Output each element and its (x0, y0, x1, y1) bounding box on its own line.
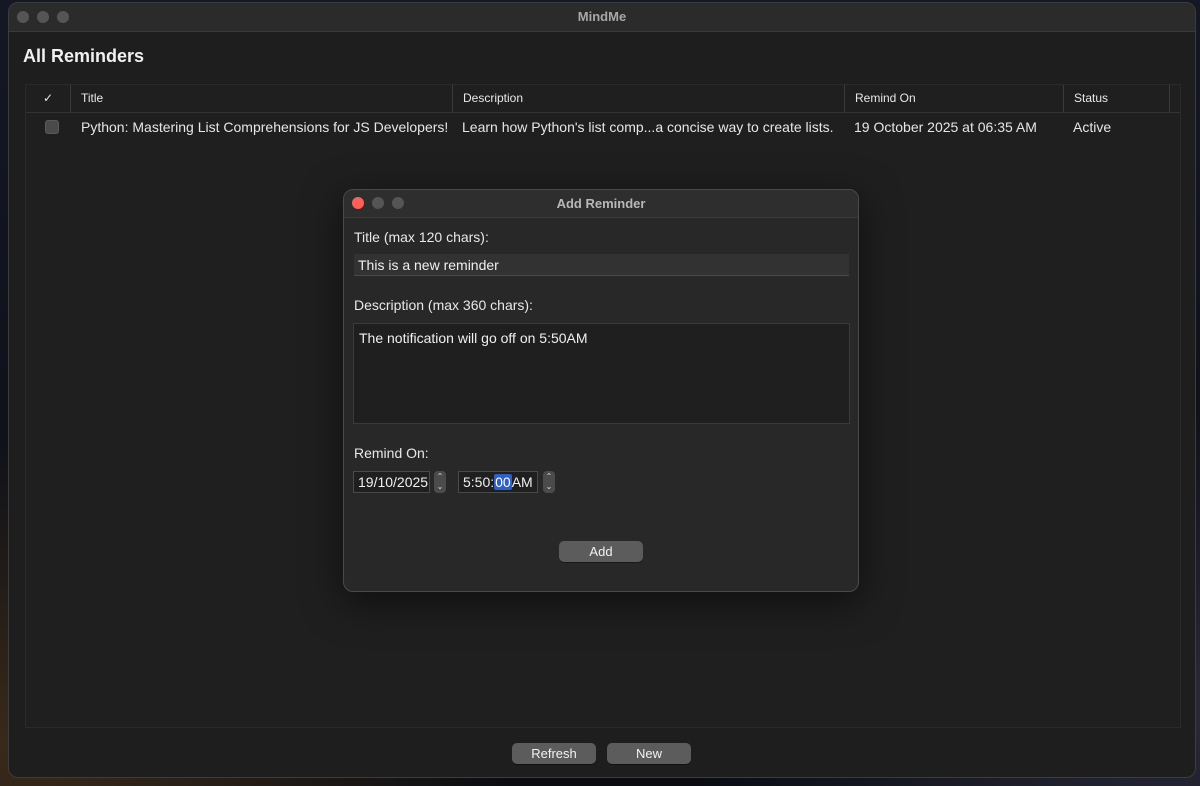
zoom-dialog-button[interactable] (392, 197, 404, 209)
row-checkbox[interactable] (45, 120, 59, 134)
add-button[interactable]: Add (559, 541, 643, 562)
dialog-window-controls (352, 197, 404, 209)
row-description: Learn how Python's list comp...a concise… (462, 119, 834, 135)
row-title: Python: Mastering List Comprehensions fo… (81, 119, 449, 135)
zoom-window-button[interactable] (57, 11, 69, 23)
page-title: All Reminders (23, 46, 145, 66)
dialog-titlebar: Add Reminder (344, 190, 858, 218)
header-remind-on-column[interactable]: Remind On (844, 85, 1063, 112)
header-description-column[interactable]: Description (452, 85, 844, 112)
dialog-title: Add Reminder (556, 196, 646, 211)
time-stepper[interactable]: ⌃ ⌄ (543, 471, 555, 493)
window-controls (17, 11, 69, 23)
chevron-up-icon[interactable]: ⌃ (434, 472, 446, 482)
new-button[interactable]: New (607, 743, 691, 764)
minimize-dialog-button[interactable] (372, 197, 384, 209)
time-hour-minute[interactable]: 5:50: (463, 474, 494, 490)
chevron-down-icon[interactable]: ⌄ (434, 482, 446, 492)
header-status-column[interactable]: Status (1063, 85, 1170, 112)
date-field[interactable]: 19/10/2025 (353, 471, 430, 493)
close-window-button[interactable] (17, 11, 29, 23)
description-textarea[interactable]: The notification will go off on 5:50AM (353, 323, 850, 424)
close-dialog-button[interactable] (352, 197, 364, 209)
chevron-down-icon[interactable]: ⌄ (543, 482, 555, 492)
window-title: MindMe (577, 9, 627, 24)
refresh-button[interactable]: Refresh (512, 743, 596, 764)
table-row[interactable]: Python: Mastering List Comprehensions fo… (26, 113, 1180, 141)
footer-buttons: Refresh New (512, 743, 691, 764)
row-remind-on: 19 October 2025 at 06:35 AM (854, 119, 1037, 135)
minimize-window-button[interactable] (37, 11, 49, 23)
chevron-up-icon[interactable]: ⌃ (543, 472, 555, 482)
header-check-column[interactable]: ✓ (26, 85, 70, 112)
time-seconds-segment[interactable]: 00 (494, 474, 512, 490)
add-reminder-dialog: Add Reminder Title (max 120 chars): This… (343, 189, 859, 592)
row-status: Active (1073, 119, 1112, 135)
time-ampm-segment[interactable]: AM (512, 474, 533, 490)
title-field-label: Title (max 120 chars): (354, 229, 489, 245)
date-stepper[interactable]: ⌃ ⌄ (434, 471, 446, 493)
title-input[interactable]: This is a new reminder (354, 254, 849, 276)
remind-on-label: Remind On: (354, 445, 429, 461)
window-titlebar: MindMe (9, 3, 1195, 32)
description-field-label: Description (max 360 chars): (354, 297, 533, 313)
header-title-column[interactable]: Title (70, 85, 452, 112)
time-field[interactable]: 5:50:00AM (458, 471, 538, 493)
table-header: ✓ Title Description Remind On Status (26, 85, 1180, 113)
